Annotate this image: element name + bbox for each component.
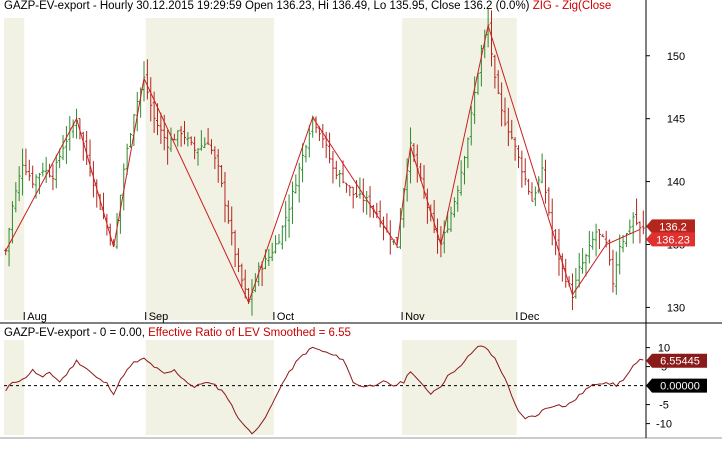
x-tick-label: Aug [27, 311, 47, 323]
osc-band [145, 340, 274, 435]
oscillator-value-label: 6.55445 [660, 356, 700, 368]
osc-band [4, 340, 25, 435]
osc-y-tick-label: -10 [656, 419, 672, 431]
osc-y-tick-label: 10 [658, 343, 670, 355]
last-price-label: 136.2 [659, 221, 687, 233]
price-panel-header: GAZP-EV-export - Hourly 30.12.2015 19:29… [4, 0, 645, 12]
chart-frame: 130135140145150AugSepOctNovDec136.2136.2… [0, 0, 722, 439]
axes: 130135140145150AugSepOctNovDec136.2136.2… [0, 0, 722, 439]
x-tick-label: Nov [405, 311, 425, 323]
price-panel[interactable] [4, 9, 645, 316]
zig-value-label: 136.23 [656, 234, 690, 246]
zigzag-line[interactable] [5, 23, 641, 304]
osc-y-tick-label: -5 [659, 400, 669, 412]
price-y-tick-label: 150 [667, 51, 685, 63]
alternating-period-bands [4, 18, 517, 435]
price-y-tick-label: 140 [667, 177, 685, 189]
x-tick-label: Dec [520, 311, 540, 323]
oscillator-title: GAZP-EV-export - 0 = 0.00, [4, 327, 145, 339]
oscillator-indicator-label: Effective Ratio of LEV Smoothed = 6.55 [144, 327, 351, 339]
x-tick-label: Sep [149, 311, 169, 323]
price-info-text: - Hourly 30.12.2015 19:29:59 Open 136.23… [89, 0, 530, 12]
price-y-tick-label: 145 [667, 114, 685, 126]
oscillator-line[interactable] [5, 345, 644, 435]
oscillator-panel[interactable] [4, 345, 645, 435]
price-y-tick-label: 130 [667, 302, 685, 314]
zig-indicator-label: ZIG - Zig(Close [529, 0, 612, 12]
oscillator-panel-header: GAZP-EV-export - 0 = 0.00, Effective Rat… [4, 327, 351, 339]
zero-value-label: 0.00000 [660, 381, 700, 393]
osc-band [402, 340, 517, 435]
symbol-label: GAZP-EV-export [4, 0, 90, 12]
price-band [4, 18, 25, 320]
price-band [145, 18, 274, 320]
x-tick-label: Oct [277, 311, 294, 323]
